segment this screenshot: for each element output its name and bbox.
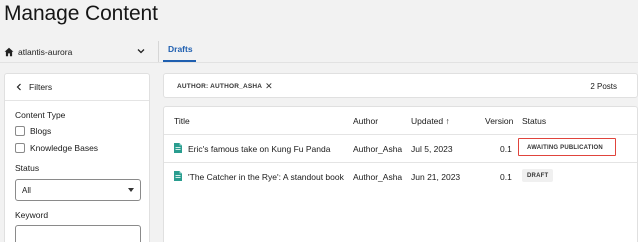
row-version: 0.1 <box>500 144 512 154</box>
filters-title: Filters <box>29 82 53 92</box>
status-select[interactable]: All <box>15 179 141 201</box>
caret-down-icon <box>128 188 134 192</box>
chevron-down-icon <box>137 49 145 54</box>
checkbox-box[interactable] <box>15 126 25 136</box>
column-header-version: Version <box>485 116 514 126</box>
filters-divider <box>5 100 149 101</box>
document-icon <box>174 143 182 153</box>
table-row[interactable]: 'The Catcher in the Rye': A standout boo… <box>164 163 637 190</box>
row-version: 0.1 <box>500 172 512 182</box>
arrow-up-icon: ↑ <box>445 116 450 126</box>
checkbox-label: Blogs <box>30 126 52 136</box>
chevron-left-icon <box>16 83 21 91</box>
checkbox-box[interactable] <box>15 143 25 153</box>
column-header-updated[interactable]: Updated ↑ <box>411 116 450 126</box>
row-updated: Jul 5, 2023 <box>411 144 453 154</box>
tab-drafts[interactable]: Drafts <box>168 44 193 54</box>
status-highlight <box>518 138 616 156</box>
close-icon[interactable]: ✕ <box>265 82 273 91</box>
row-author: Author_Asha <box>353 172 403 182</box>
checkbox-blogs[interactable]: Blogs <box>15 126 51 136</box>
row-updated: Jun 21, 2023 <box>411 172 461 182</box>
row-title[interactable]: 'The Catcher in the Rye': A standout boo… <box>188 172 344 182</box>
filters-collapse-button[interactable]: Filters <box>15 82 52 92</box>
document-icon <box>174 171 182 181</box>
home-icon <box>4 47 14 57</box>
active-filters-bar: AUTHOR: AUTHOR_ASHA ✕ 2 Posts <box>163 73 638 98</box>
checkbox-label: Knowledge Bases <box>30 143 99 153</box>
column-header-author: Author <box>353 116 379 126</box>
checkbox-knowledge-bases[interactable]: Knowledge Bases <box>15 143 98 153</box>
status-label: Status <box>15 163 40 173</box>
row-title[interactable]: Eric's famous take on Kung Fu Panda <box>188 144 330 154</box>
column-header-updated-label: Updated <box>411 116 444 126</box>
site-name: atlantis-aurora <box>18 47 73 57</box>
content-type-label: Content Type <box>15 110 66 120</box>
status-badge: DRAFT <box>522 169 554 182</box>
filter-chip-label: AUTHOR: AUTHOR_ASHA <box>177 83 263 90</box>
header-divider <box>158 41 159 63</box>
filters-panel: Filters Content Type Blogs Knowledge Bas… <box>4 73 150 242</box>
filter-chip-author: AUTHOR: AUTHOR_ASHA ✕ <box>173 80 277 93</box>
column-header-title: Title <box>174 116 190 126</box>
keyword-label: Keyword <box>15 210 49 220</box>
page-title: Manage Content <box>4 2 158 25</box>
row-author: Author_Asha <box>353 144 403 154</box>
keyword-input[interactable] <box>15 225 141 242</box>
tabs-divider <box>0 62 638 63</box>
content-table: Title Author Updated ↑ Version Status Er… <box>163 106 638 242</box>
post-count: 2 Posts <box>590 82 617 91</box>
column-header-status: Status <box>522 116 547 126</box>
status-select-value: All <box>22 185 31 195</box>
site-selector[interactable]: atlantis-aurora <box>4 43 148 61</box>
